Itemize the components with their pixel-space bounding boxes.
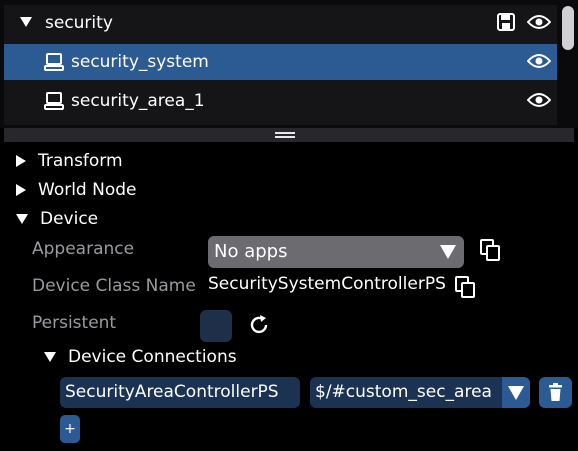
appearance-label: Appearance	[32, 239, 135, 259]
collapse-arrow-icon	[16, 214, 28, 224]
tree-group-security[interactable]: security	[4, 5, 557, 41]
save-icon[interactable]	[497, 13, 515, 31]
expand-arrow-icon	[16, 184, 26, 196]
tree-item-security-system[interactable]: security_system	[4, 44, 557, 80]
tree-item-security-area-1[interactable]: security_area_1	[4, 83, 557, 119]
scene-tree-panel: security security_system security_area_1	[0, 0, 578, 128]
dropdown-arrow-icon[interactable]	[502, 377, 530, 408]
section-device[interactable]: Device	[16, 206, 98, 232]
connection-class-value: SecurityAreaControllerPS	[65, 382, 279, 402]
section-label: Device	[40, 209, 99, 229]
section-transform[interactable]: Transform	[16, 148, 123, 174]
persistent-checkbox[interactable]	[200, 310, 232, 342]
collapse-arrow-icon	[44, 352, 56, 362]
copy-icon[interactable]	[455, 276, 475, 298]
persistent-label: Persistent	[32, 313, 117, 333]
panel-splitter[interactable]	[4, 128, 574, 142]
eye-icon[interactable]	[527, 52, 551, 70]
splitter-grip	[275, 132, 295, 134]
device-icon	[44, 53, 64, 71]
appearance-dropdown[interactable]: No apps	[208, 236, 464, 268]
section-label: Transform	[38, 151, 123, 171]
eye-icon[interactable]	[527, 13, 551, 31]
device-class-value: SecuritySystemControllerPS	[208, 274, 446, 294]
tree-scrollbar[interactable]	[562, 6, 574, 50]
add-connection-button[interactable]: +	[60, 415, 80, 443]
splitter-grip	[275, 136, 295, 138]
reset-icon[interactable]	[248, 314, 270, 336]
tree-item-label: security_system	[71, 52, 209, 72]
section-label: World Node	[38, 180, 137, 200]
device-icon	[44, 92, 64, 110]
tree-item-label: security_area_1	[71, 91, 205, 111]
tree-group-label: security	[45, 13, 113, 33]
delete-connection-button[interactable]	[539, 377, 572, 408]
expand-arrow-icon	[16, 155, 26, 167]
collapse-arrow-icon[interactable]	[20, 17, 32, 27]
connection-path-value: $/#custom_sec_area	[315, 382, 492, 402]
section-world-node[interactable]: World Node	[16, 177, 137, 203]
device-connections-label: Device Connections	[68, 347, 237, 367]
connection-class-field[interactable]: SecurityAreaControllerPS	[60, 377, 300, 408]
trash-icon	[549, 383, 562, 401]
device-class-label: Device Class Name	[32, 276, 196, 296]
dropdown-arrow-icon	[440, 245, 456, 259]
appearance-value: No apps	[214, 241, 288, 262]
device-connections-header[interactable]: Device Connections	[44, 347, 237, 367]
eye-icon[interactable]	[527, 91, 551, 109]
connection-path-dropdown[interactable]: $/#custom_sec_area	[310, 377, 530, 408]
copy-icon[interactable]	[480, 239, 500, 261]
